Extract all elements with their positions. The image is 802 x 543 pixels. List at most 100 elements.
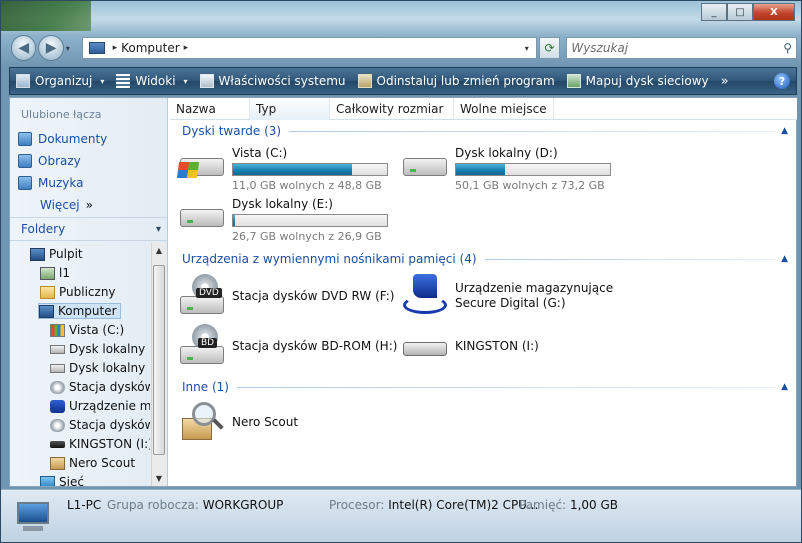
breadcrumb-komputer[interactable]: Komputer [121, 41, 180, 55]
tree-label: Nero Scout [69, 456, 136, 470]
wallpaper-glimpse [1, 1, 91, 31]
bd-drive-icon: BD [178, 324, 226, 368]
workgroup-info: Grupa robocza: WORKGROUP [107, 498, 284, 512]
tree-item-vista-c[interactable]: Vista (C:) [50, 323, 124, 337]
column-typ[interactable]: Typ [250, 98, 330, 120]
pictures-icon [18, 154, 32, 168]
device-sd-card-g[interactable]: Urządzenie magazynujące Secure Digital (… [401, 274, 613, 318]
column-calkowity-rozmiar[interactable]: Całkowity rozmiar [330, 98, 454, 120]
organize-icon [16, 74, 30, 88]
folders-header[interactable]: Foldery ▾ [10, 217, 167, 241]
group-header-hdd[interactable]: Dyski twarde (3) ▲ [182, 124, 788, 138]
computer-icon [88, 42, 105, 54]
music-icon [18, 176, 32, 190]
command-bar: Organizuj ▾ Widoki ▾ Właściwości systemu… [9, 67, 797, 95]
group-divider [289, 130, 776, 132]
column-headers: Nazwa Typ Całkowity rozmiar Wolne miejsc… [170, 98, 797, 120]
map-network-drive-button[interactable]: Mapuj dysk sieciowy [561, 68, 715, 94]
tree-item-l1[interactable]: l1 [40, 266, 70, 280]
collapse-icon[interactable]: ▲ [781, 126, 788, 136]
drive-usage-fill [456, 164, 505, 175]
tree-item-dysk-e[interactable]: Dysk lokalny (E [50, 361, 150, 375]
collapse-icon[interactable]: ▲ [781, 254, 788, 264]
favorite-obrazy[interactable]: Obrazy [18, 154, 81, 168]
device-kingston-i[interactable]: KINGSTON (I:) [401, 324, 539, 368]
tree-item-komputer[interactable]: Komputer [38, 303, 121, 319]
help-icon[interactable]: ? [774, 73, 790, 89]
device-name: Stacja dysków BD-ROM (H:) [232, 338, 398, 353]
drive-vista-c[interactable]: Vista (C:) 11,0 GB wolnych z 48,8 GB [176, 146, 388, 192]
tree-item-siec[interactable]: Sieć [40, 475, 84, 486]
tree-label: l1 [59, 266, 70, 280]
processor-info: Procesor: Intel(R) Core(TM)2 CPU... [329, 498, 539, 512]
details-pane: L1-PC Grupa robocza: WORKGROUP Procesor:… [1, 489, 801, 542]
tree-item-publiczny[interactable]: Publiczny [40, 285, 116, 299]
scroll-up-icon[interactable]: ▲ [152, 243, 166, 258]
refresh-button[interactable]: ⟳ [538, 37, 561, 59]
device-dvd-rw-f[interactable]: DVD Stacja dysków DVD RW (F:) [178, 274, 394, 318]
content-area: Nazwa Typ Całkowity rozmiar Wolne miejsc… [170, 98, 797, 486]
tree-label: Publiczny [59, 285, 116, 299]
favorites-more-link[interactable]: Więcej » [40, 198, 93, 212]
group-header-removable[interactable]: Urządzenia z wymiennymi nośnikami pamięc… [182, 252, 788, 266]
minimize-button[interactable]: _ [701, 3, 727, 21]
column-wolne-miejsce[interactable]: Wolne miejsce [454, 98, 554, 120]
favorite-label: Obrazy [38, 154, 81, 168]
favorite-dokumenty[interactable]: Dokumenty [18, 132, 107, 146]
folder-tree-scrollbar[interactable]: ▲ ▼ [151, 243, 166, 486]
tree-item-dvd-drive[interactable]: Stacja dysków [50, 380, 150, 394]
favorite-label: Dokumenty [38, 132, 108, 146]
column-nazwa[interactable]: Nazwa [170, 98, 250, 120]
organize-button[interactable]: Organizuj ▾ [10, 68, 110, 94]
drive-usage-bar [232, 214, 388, 227]
group-divider [236, 386, 776, 388]
collapse-icon[interactable]: ▲ [781, 382, 788, 392]
tree-item-nero-scout[interactable]: Nero Scout [50, 456, 135, 470]
tree-item-bd-drive[interactable]: Stacja dysków [50, 418, 150, 432]
favorite-label: Muzyka [38, 176, 84, 190]
tree-item-kingston[interactable]: KINGSTON (I:) [50, 437, 150, 451]
back-button[interactable]: ◀ [11, 35, 37, 61]
device-bd-rom-h[interactable]: BD Stacja dysków BD-ROM (H:) [178, 324, 397, 368]
address-dropdown-icon[interactable]: ▾ [518, 44, 536, 53]
folder-icon [40, 285, 55, 299]
breadcrumb-separator[interactable]: ▸ [113, 43, 118, 53]
hard-drive-icon [401, 146, 449, 184]
scroll-down-icon[interactable]: ▼ [152, 471, 166, 486]
user-folder-icon [40, 266, 55, 280]
group-header-other[interactable]: Inne (1) ▲ [182, 380, 788, 394]
desktop-icon [30, 247, 45, 261]
views-button[interactable]: Widoki ▾ [110, 68, 193, 94]
recent-pages-dropdown[interactable]: ▾ [66, 44, 78, 53]
tree-item-sd-device[interactable]: Urządzenie ma [50, 399, 150, 413]
tree-label: Dysk lokalny (D [69, 342, 150, 356]
computer-icon [13, 500, 53, 534]
organize-label: Organizuj [35, 74, 93, 88]
tree-label: Vista (C:) [69, 323, 125, 337]
navigation-pane: Ulubione łącza Dokumenty Obrazy Muzyka W… [10, 98, 168, 486]
address-bar[interactable]: ▸ Komputer ▸ ▾ [81, 37, 537, 59]
toolbar-overflow-button[interactable]: » [715, 68, 735, 94]
device-name: Stacja dysków DVD RW (F:) [232, 288, 395, 303]
tree-item-pulpit[interactable]: Pulpit [30, 247, 83, 261]
uninstall-program-button[interactable]: Odinstaluj lub zmień program [352, 68, 561, 94]
search-input[interactable]: Wyszukaj ⚲ [566, 37, 797, 59]
maximize-button[interactable]: □ [727, 3, 753, 21]
scrollbar-thumb[interactable] [153, 265, 165, 455]
memory-info: Pamięć: 1,00 GB [519, 498, 619, 512]
more-label: Więcej [40, 198, 80, 212]
forward-button[interactable]: ▶ [38, 35, 64, 61]
drive-usage-fill [233, 164, 353, 175]
sd-card-reader-icon [401, 274, 449, 318]
nero-scout-icon [50, 456, 65, 470]
favorite-muzyka[interactable]: Muzyka [18, 176, 83, 190]
breadcrumb-separator[interactable]: ▸ [184, 43, 189, 53]
search-icon[interactable]: ⚲ [783, 41, 792, 55]
drive-dysk-e[interactable]: Dysk lokalny (E:) 26,7 GB wolnych z 26,9… [178, 197, 388, 243]
chevron-down-icon: ▾ [100, 76, 105, 86]
tree-item-dysk-d[interactable]: Dysk lokalny (D [50, 342, 150, 356]
system-properties-button[interactable]: Właściwości systemu [194, 68, 352, 94]
item-nero-scout[interactable]: Nero Scout [178, 400, 298, 444]
drive-dysk-d[interactable]: Dysk lokalny (D:) 50,1 GB wolnych z 73,2… [401, 146, 611, 192]
close-button[interactable]: X [753, 3, 795, 21]
